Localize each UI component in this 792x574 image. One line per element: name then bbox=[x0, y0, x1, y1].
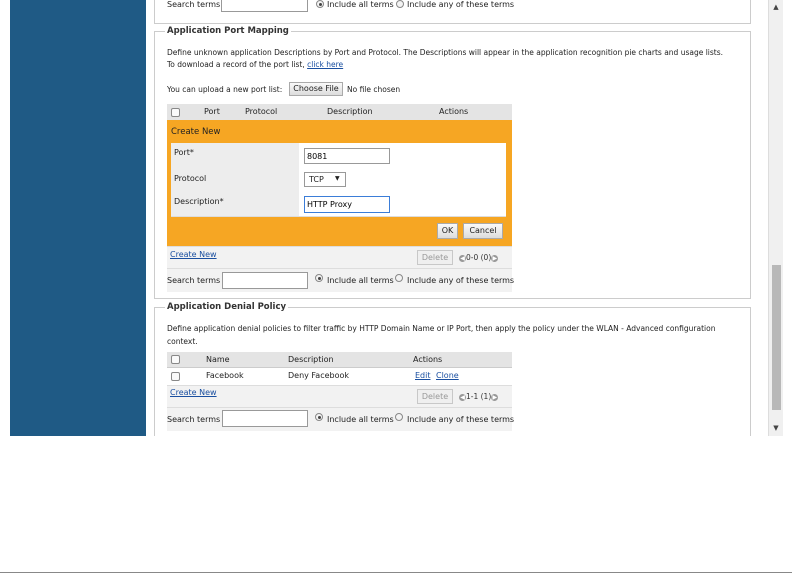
row-checkbox[interactable] bbox=[171, 372, 180, 381]
ok-button[interactable]: OK bbox=[437, 223, 458, 239]
denial-include-all-radio[interactable] bbox=[315, 413, 323, 421]
edit-link[interactable]: Edit bbox=[415, 371, 431, 380]
port-include-any-radio[interactable] bbox=[395, 274, 403, 282]
denial-pager-text: 1-1 (1) bbox=[466, 392, 492, 401]
next-page-icon[interactable]: ▶ bbox=[491, 254, 499, 262]
denial-search-label: Search terms bbox=[167, 415, 221, 424]
denial-description-1: Define application denial policies to fi… bbox=[167, 324, 716, 333]
scroll-up-icon[interactable]: ▲ bbox=[772, 3, 780, 11]
search-input[interactable] bbox=[221, 0, 308, 12]
denial-policy-legend: Application Denial Policy bbox=[165, 302, 289, 312]
cancel-button[interactable]: Cancel bbox=[463, 223, 503, 239]
protocol-label: Protocol bbox=[174, 174, 207, 183]
protocol-select[interactable]: TCP ▼ bbox=[304, 172, 346, 187]
main-content: Search terms Include all terms Include a… bbox=[146, 0, 768, 436]
prev-page-icon[interactable]: ◀ bbox=[459, 254, 466, 262]
search-label: Search terms bbox=[167, 0, 221, 9]
description-label: Description* bbox=[174, 197, 224, 206]
include-any-label: Include any of these terms bbox=[407, 0, 515, 9]
port-mapping-description: Define unknown application Descriptions … bbox=[167, 48, 724, 57]
col-port: Port bbox=[204, 107, 220, 116]
no-file-label: No file chosen bbox=[347, 85, 401, 94]
protocol-value: TCP bbox=[309, 175, 324, 184]
pager: ◀0-0 (0)▶ bbox=[459, 253, 499, 262]
delete-button[interactable]: Delete bbox=[417, 250, 453, 265]
select-all-checkbox[interactable] bbox=[171, 108, 180, 117]
scrollbar-thumb[interactable] bbox=[772, 265, 781, 410]
include-all-radio[interactable] bbox=[316, 0, 324, 8]
port-search-label: Search terms bbox=[167, 276, 221, 285]
upload-label: You can upload a new port list: bbox=[167, 85, 283, 94]
col-name: Name bbox=[206, 355, 230, 364]
download-text: To download a record of the port list, c… bbox=[167, 60, 344, 69]
chevron-down-icon: ▼ bbox=[335, 175, 340, 182]
next-page-icon[interactable]: ▶ bbox=[491, 393, 499, 401]
denial-include-any-radio[interactable] bbox=[395, 413, 403, 421]
port-input[interactable] bbox=[304, 148, 390, 164]
sidebar bbox=[10, 0, 146, 436]
denial-search-input[interactable] bbox=[222, 410, 308, 427]
row-description: Deny Facebook bbox=[288, 371, 350, 380]
port-search-input[interactable] bbox=[222, 272, 308, 289]
denial-include-all-label: Include all terms bbox=[327, 415, 394, 424]
create-new-title: Create New bbox=[171, 127, 221, 137]
port-label: Port* bbox=[174, 148, 194, 157]
pager-text: 0-0 (0) bbox=[466, 253, 492, 262]
col-denial-actions: Actions bbox=[413, 355, 443, 364]
choose-file-button[interactable]: Choose File bbox=[289, 82, 343, 96]
denial-include-any-label: Include any of these terms bbox=[407, 415, 515, 424]
denial-pager: ◀1-1 (1)▶ bbox=[459, 392, 499, 401]
denial-create-new-link[interactable]: Create New bbox=[170, 388, 217, 397]
clone-link[interactable]: Clone bbox=[436, 371, 459, 380]
port-include-all-radio[interactable] bbox=[315, 274, 323, 282]
table-row: Facebook Deny Facebook Edit Clone bbox=[167, 367, 512, 386]
port-mapping-legend: Application Port Mapping bbox=[165, 26, 291, 36]
port-include-all-label: Include all terms bbox=[327, 276, 394, 285]
scroll-down-icon[interactable]: ▼ bbox=[772, 424, 780, 432]
include-any-radio[interactable] bbox=[396, 0, 404, 8]
description-input[interactable] bbox=[304, 196, 390, 213]
prev-page-icon[interactable]: ◀ bbox=[459, 393, 466, 401]
denial-select-all-checkbox[interactable] bbox=[171, 355, 180, 364]
denial-description-2: context. bbox=[167, 337, 198, 346]
denial-delete-button[interactable]: Delete bbox=[417, 389, 453, 404]
row-name: Facebook bbox=[206, 371, 244, 380]
download-link[interactable]: click here bbox=[307, 60, 343, 69]
vertical-scrollbar[interactable]: ▲ ▼ bbox=[768, 0, 783, 436]
divider bbox=[0, 572, 792, 573]
col-denial-description: Description bbox=[288, 355, 334, 364]
port-include-any-label: Include any of these terms bbox=[407, 276, 515, 285]
col-protocol: Protocol bbox=[245, 107, 278, 116]
col-actions: Actions bbox=[439, 107, 469, 116]
include-all-label: Include all terms bbox=[327, 0, 394, 9]
col-description: Description bbox=[327, 107, 373, 116]
create-new-link[interactable]: Create New bbox=[170, 250, 217, 259]
